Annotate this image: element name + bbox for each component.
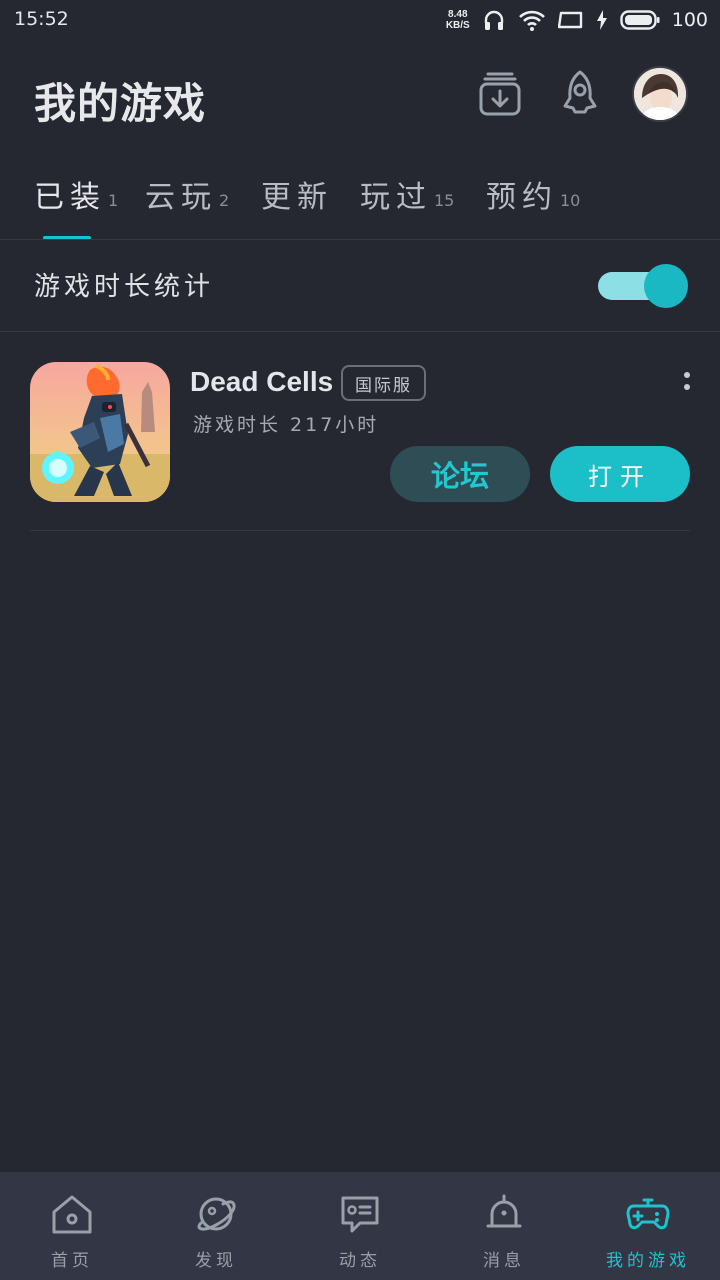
more-dot	[684, 372, 690, 378]
status-time: 15:52	[14, 8, 69, 30]
wifi-icon	[518, 8, 546, 32]
avatar[interactable]	[632, 66, 688, 122]
playtime-stats-toggle[interactable]	[598, 264, 688, 308]
planet-icon	[192, 1190, 240, 1238]
forum-button[interactable]: 论坛	[390, 446, 530, 502]
headphones-icon	[482, 8, 506, 32]
rocket-icon	[556, 69, 604, 123]
toggle-knob	[644, 264, 688, 308]
net-speed: 8.48 KB/S	[446, 9, 470, 31]
open-game-button[interactable]: 打开	[550, 446, 690, 502]
game-icon[interactable]	[30, 362, 170, 502]
tab-label: 预约	[486, 180, 558, 215]
tab-updates[interactable]: 更新	[261, 168, 335, 216]
nav-label: 动态	[339, 1251, 381, 1271]
divider	[0, 331, 720, 332]
tab-count: 10	[560, 191, 581, 210]
nav-messages[interactable]: 消息	[432, 1172, 576, 1280]
battery-percent: 100	[671, 9, 708, 31]
page-title: 我的游戏	[34, 79, 207, 128]
playtime-stats-label: 游戏时长统计	[34, 272, 215, 302]
nav-label: 我的游戏	[606, 1251, 690, 1271]
tab-label: 已装	[34, 180, 106, 215]
divider	[30, 530, 690, 531]
tab-cloud-play[interactable]: 云玩 2	[145, 168, 229, 216]
battery-icon	[620, 9, 660, 31]
more-options-button[interactable]	[672, 366, 702, 396]
tab-count: 15	[434, 191, 455, 210]
nav-label: 消息	[483, 1251, 525, 1271]
nav-label: 发现	[195, 1251, 237, 1271]
tab-count: 2	[219, 191, 230, 210]
tab-played[interactable]: 玩过 15	[360, 168, 454, 216]
chat-bubble-icon	[336, 1190, 384, 1238]
tab-label: 玩过	[360, 180, 432, 215]
screen-icon	[557, 9, 584, 31]
nav-discover[interactable]: 发现	[144, 1172, 288, 1280]
home-icon	[48, 1190, 96, 1238]
bell-icon	[480, 1190, 528, 1238]
download-icon	[478, 70, 522, 122]
game-name: Dead Cells	[190, 366, 334, 397]
nav-feed[interactable]: 动态	[288, 1172, 432, 1280]
net-speed-value: 8.48	[448, 9, 468, 20]
net-speed-unit: KB/S	[445, 20, 470, 31]
more-dot	[684, 384, 690, 390]
status-icons: 8.48 KB/S 100	[446, 6, 708, 34]
play-time: 游戏时长 217小时	[193, 414, 380, 436]
nav-label: 首页	[51, 1251, 93, 1271]
status-bar: 15:52 8.48 KB/S 100	[0, 0, 720, 40]
charging-icon	[596, 10, 608, 30]
tab-installed[interactable]: 已装 1	[34, 168, 118, 216]
bottom-nav: 首页 发现 动态 消息 我的游戏	[0, 1172, 720, 1280]
tab-reserved[interactable]: 预约 10	[486, 168, 580, 216]
tab-label: 更新	[261, 180, 333, 215]
speed-up-button[interactable]	[552, 68, 608, 124]
tab-label: 云玩	[145, 180, 217, 215]
server-badge: 国际服	[341, 365, 426, 401]
gamepad-icon	[624, 1190, 672, 1238]
tab-bar: 已装 1 云玩 2 更新 玩过 15 预约 10	[0, 168, 720, 240]
nav-my-games[interactable]: 我的游戏	[576, 1172, 720, 1280]
divider	[0, 239, 720, 240]
nav-home[interactable]: 首页	[0, 1172, 144, 1280]
tab-count: 1	[108, 191, 119, 210]
download-manager-button[interactable]	[472, 68, 528, 124]
